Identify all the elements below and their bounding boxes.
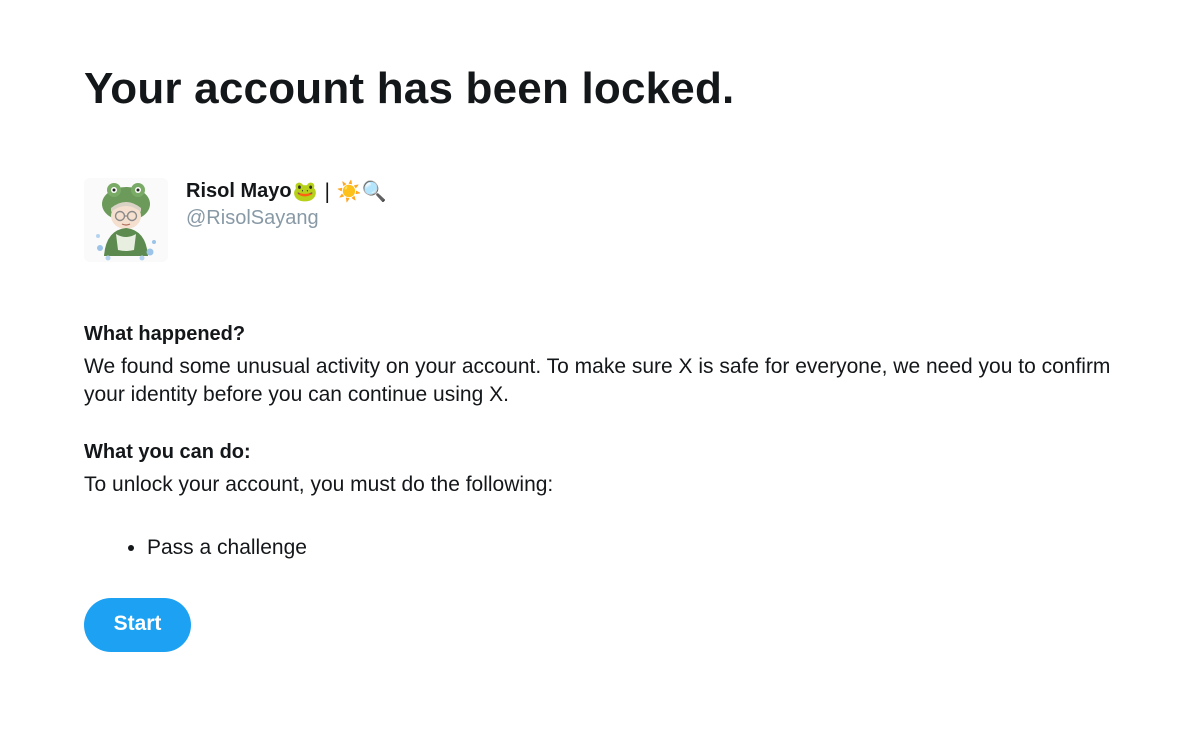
user-handle: @RisolSayang — [186, 207, 319, 229]
profile-names: Risol Mayo 🐸 | ☀️🔍 @RisolSayang — [186, 178, 387, 231]
page-title: Your account has been locked. — [84, 64, 735, 113]
what-you-can-do-text: To unlock your account, you must do the … — [84, 473, 554, 496]
steps-list: Pass a challenge — [128, 534, 307, 562]
list-item: Pass a challenge — [128, 534, 307, 562]
display-name-text: Risol Mayo — [186, 180, 292, 202]
display-name-emojis: 🐸 | ☀️🔍 — [292, 179, 387, 203]
avatar — [84, 178, 168, 262]
profile-card: Risol Mayo 🐸 | ☀️🔍 @RisolSayang — [84, 178, 387, 262]
display-name: Risol Mayo 🐸 | ☀️🔍 — [186, 178, 387, 204]
bullet-icon — [128, 545, 134, 551]
step-label: Pass a challenge — [147, 536, 307, 559]
what-you-can-do-heading: What you can do: — [84, 441, 251, 463]
start-button[interactable]: Start — [84, 598, 191, 652]
what-happened-text: We found some unusual activity on your a… — [84, 355, 1111, 406]
frog-hat-girl-avatar-icon — [84, 178, 168, 262]
what-happened-heading: What happened? — [84, 323, 246, 345]
